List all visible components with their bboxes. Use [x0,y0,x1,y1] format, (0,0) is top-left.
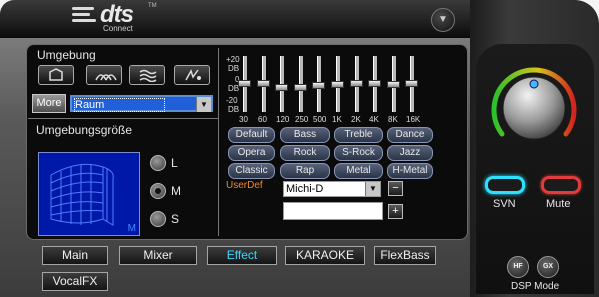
tab-main[interactable]: Main [42,246,108,265]
eq-band-label: 500 [313,115,327,124]
env-hall-button[interactable] [86,65,122,85]
env-room-button[interactable] [38,65,74,85]
room-size-visual: M [38,152,140,236]
umgebung-label: Umgebung [37,48,96,62]
preset-h-metal-button[interactable]: H-Metal [387,163,433,179]
preset-dance-button[interactable]: Dance [387,127,433,143]
mute-toggle[interactable] [541,176,581,194]
more-button[interactable]: More [32,94,66,113]
tab-mixer[interactable]: Mixer [119,246,197,265]
userdef-select[interactable]: Michi-D ▼ [283,181,381,197]
chevron-down-icon: ▼ [196,97,211,112]
preset-default-button[interactable]: Default [228,127,275,143]
mute-label: Mute [546,198,571,210]
preset-metal-button[interactable]: Metal [334,163,383,179]
dsp-mode-label: DSP Mode [511,281,560,292]
eq-slider-thumb[interactable] [405,80,418,87]
title-bar[interactable]: dts TM Connect ▼ [0,0,470,38]
dial-indicator-icon [529,79,539,89]
eq-band-label: 120 [276,115,290,124]
size-label-l: L [171,156,178,170]
userdef-label: UserDef [226,180,263,191]
size-radio-m[interactable] [150,183,166,199]
wave-icon [95,74,117,81]
tab-flexbass[interactable]: FlexBass [374,246,436,265]
svn-label: SVN [493,198,516,210]
userdef-select-value: Michi-D [286,183,324,195]
tab-vocalfx[interactable]: VocalFX [42,272,108,291]
add-preset-button[interactable]: + [388,204,403,219]
eq-band-label: 2K [351,115,361,124]
tab-effect[interactable]: Effect [207,246,277,265]
section-divider-vertical [218,48,219,236]
eq-band-label: 8K [388,115,398,124]
eq-band-label: 16K [406,115,421,124]
background-text: und [570,286,587,297]
eq-band-label: 60 [258,115,267,124]
env-water-button[interactable] [129,65,165,85]
dts-logo: dts TM Connect [72,1,168,36]
eq-slider-thumb[interactable] [350,80,363,87]
sparkle-icon [185,69,201,81]
environment-select[interactable]: Raum ▼ [70,95,213,112]
eq-band-label: 4K [369,115,379,124]
preset-treble-button[interactable]: Treble [334,127,383,143]
preset-name-input[interactable] [283,202,383,220]
room-size-marker: M [127,223,136,234]
size-radio-l[interactable] [150,155,166,171]
preset-s-rock-button[interactable]: S-Rock [334,145,383,161]
eq-scale-db1: DB [228,64,240,73]
eq-slider-thumb[interactable] [368,80,381,87]
environment-select-value: Raum [74,98,166,112]
section-divider [28,118,218,119]
ripple-icon [139,69,157,82]
eq-scale-minus20: -20 [226,96,238,105]
hf-button[interactable]: HF [507,256,529,278]
eq-slider-thumb[interactable] [331,81,344,88]
dts-connect-window: dts TM Connect ▼ Umgebung More Raum ▼ Um… [0,0,599,297]
minimize-button[interactable]: ▼ [431,8,455,32]
preset-bass-button[interactable]: Bass [280,127,330,143]
size-label-s: S [171,212,180,226]
preset-jazz-button[interactable]: Jazz [387,145,433,161]
eq-slider-thumb[interactable] [238,80,251,87]
size-label-m: M [171,184,181,198]
room-wireframe-icon [50,163,114,226]
eq-band-label: 250 [295,115,309,124]
volume-dial[interactable] [488,62,580,154]
preset-rock-button[interactable]: Rock [280,145,330,161]
svn-toggle[interactable] [485,176,525,194]
chevron-down-icon: ▼ [438,14,448,25]
preset-rap-button[interactable]: Rap [280,163,330,179]
tab-karaoke[interactable]: KARAOKE [285,246,365,265]
preset-classic-button[interactable]: Classic [228,163,275,179]
eq-slider-thumb[interactable] [257,80,270,87]
eq-slider-thumb[interactable] [312,82,325,89]
eq-scale-db3: DB [228,105,240,114]
eq-band-label: 30 [239,115,248,124]
gx-button[interactable]: GX [537,256,559,278]
remove-preset-button[interactable]: − [388,181,403,196]
eq-scale-plus20: +20 [226,55,240,64]
umgebungsgroesse-label: Umgebungsgröße [36,123,133,137]
size-radio-s[interactable] [150,211,166,227]
room-icon [49,68,63,81]
preset-opera-button[interactable]: Opera [228,145,275,161]
eq-slider-thumb[interactable] [294,84,307,91]
eq-slider-thumb[interactable] [275,84,288,91]
eq-band-label: 1K [332,115,342,124]
chevron-down-icon: ▼ [365,182,380,196]
eq-slider-thumb[interactable] [387,81,400,88]
env-custom-button[interactable] [174,65,210,85]
